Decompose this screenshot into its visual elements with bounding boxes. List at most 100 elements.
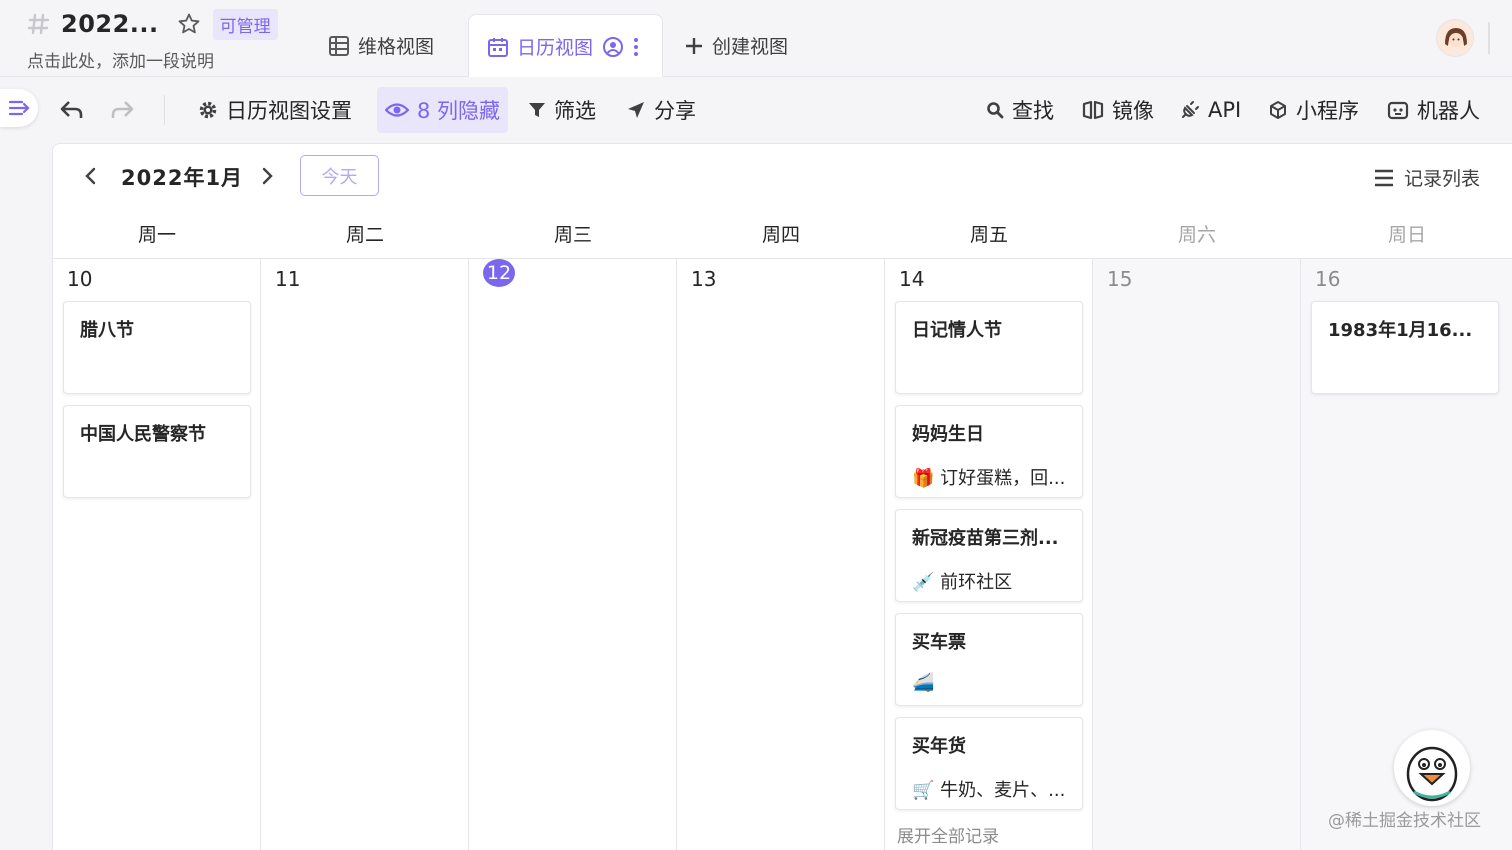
robot-label: 机器人 xyxy=(1417,99,1480,123)
eye-icon xyxy=(385,103,409,117)
tab-calendar-view[interactable]: 日历视图 xyxy=(468,14,663,78)
event-title: 买车票 xyxy=(912,632,966,653)
avatar[interactable] xyxy=(1436,19,1474,57)
star-icon[interactable] xyxy=(177,12,201,36)
chevron-right-icon[interactable] xyxy=(259,166,275,186)
weekday-header: 周一 周二 周三 周四 周五 周六 周日 xyxy=(53,208,1512,259)
api-label: API xyxy=(1208,98,1242,122)
weekday-wed: 周三 xyxy=(553,224,592,246)
today-date-badge: 12 xyxy=(483,259,515,287)
list-icon xyxy=(1375,169,1393,186)
expand-all-records-link[interactable]: 展开全部记录 xyxy=(897,822,999,847)
month-label: 2022年1月 xyxy=(121,166,244,190)
search-icon xyxy=(987,102,1004,119)
title-row: 2022... 可管理 xyxy=(27,8,307,40)
date-number: 16 xyxy=(1315,267,1341,291)
plug-icon xyxy=(1182,101,1199,118)
more-vertical-icon[interactable] xyxy=(633,36,639,58)
tab-grid-view[interactable]: 维格视图 xyxy=(328,14,434,77)
date-number: 10 xyxy=(67,267,93,291)
event-title: 买年货 xyxy=(912,736,966,757)
find-label: 查找 xyxy=(1012,99,1054,123)
weekday-fri: 周五 xyxy=(969,224,1008,246)
day-cell-weekend[interactable]: 15 xyxy=(1093,259,1301,850)
toolbar: 日历视图设置 8 列隐藏 筛选 分享 查找 镜像 API 小程序 机器人 xyxy=(0,77,1512,143)
menu-collapse-icon xyxy=(8,100,30,116)
event-note: 🛒 牛奶、麦片、... xyxy=(912,780,1066,801)
event-card[interactable]: 中国人民警察节 xyxy=(63,405,251,498)
date-number: 11 xyxy=(275,267,301,291)
event-card[interactable]: 日记情人节 xyxy=(895,301,1083,394)
user-avatar-icon xyxy=(1437,20,1473,56)
event-card[interactable]: 腊八节 xyxy=(63,301,251,394)
record-list-button[interactable]: 记录列表 xyxy=(1374,164,1480,191)
day-cell[interactable]: 14 日记情人节 妈妈生日 🎁 订好蛋糕，回... 新冠疫苗第三剂... 💉 前… xyxy=(885,259,1093,850)
redo-icon[interactable] xyxy=(110,99,134,121)
event-note: 🚄 xyxy=(912,672,935,693)
weekday-mon: 周一 xyxy=(137,224,176,246)
date-number: 14 xyxy=(899,267,925,291)
calendar-settings-button[interactable]: 日历视图设置 xyxy=(198,87,352,133)
toolbar-divider xyxy=(164,95,165,125)
event-title: 妈妈生日 xyxy=(912,424,984,445)
header: 2022... 可管理 点击此处，添加一段说明 维格视图 日历视图 创建视图 xyxy=(0,0,1512,78)
day-cell-today[interactable]: 12 xyxy=(469,259,677,850)
calendar-icon xyxy=(488,37,508,57)
today-button[interactable]: 今天 xyxy=(300,155,379,196)
robot-icon xyxy=(1387,101,1409,120)
event-title: 中国人民警察节 xyxy=(80,424,206,445)
filter-label: 筛选 xyxy=(554,99,596,123)
weekday-tue: 周二 xyxy=(345,224,384,246)
share-button[interactable]: 分享 xyxy=(626,87,696,133)
sidebar-toggle-button[interactable] xyxy=(0,89,38,127)
robot-button[interactable]: 机器人 xyxy=(1387,87,1480,133)
event-note: 🎁 订好蛋糕，回... xyxy=(912,468,1066,489)
header-divider xyxy=(1488,22,1490,54)
permission-badge: 可管理 xyxy=(212,8,278,40)
event-title: 日记情人节 xyxy=(912,320,1002,341)
title-block: 2022... 可管理 点击此处，添加一段说明 xyxy=(27,8,307,72)
filter-icon xyxy=(529,103,545,117)
day-cell[interactable]: 11 xyxy=(261,259,469,850)
hidden-columns-label: 8 列隐藏 xyxy=(417,99,501,123)
find-button[interactable]: 查找 xyxy=(986,87,1054,133)
tab-calendar-view-label: 日历视图 xyxy=(517,37,594,59)
assistant-mascot-button[interactable] xyxy=(1394,730,1470,806)
calendar-panel: 2022年1月 今天 记录列表 周一 周二 周三 周四 周五 周六 周日 10 xyxy=(52,143,1512,850)
event-card[interactable]: 妈妈生日 🎁 订好蛋糕，回... xyxy=(895,405,1083,498)
share-label: 分享 xyxy=(654,99,696,123)
hidden-columns-button[interactable]: 8 列隐藏 xyxy=(377,87,509,133)
tab-grid-view-label: 维格视图 xyxy=(358,36,435,58)
create-view-button[interactable]: 创建视图 xyxy=(684,14,788,77)
api-button[interactable]: API xyxy=(1180,87,1241,133)
record-list-label: 记录列表 xyxy=(1404,168,1481,190)
event-card[interactable]: 新冠疫苗第三剂... 💉 前环社区 xyxy=(895,509,1083,602)
mirror-icon xyxy=(1082,100,1104,120)
weekday-sat: 周六 xyxy=(1177,224,1216,246)
undo-icon[interactable] xyxy=(60,99,84,121)
plus-icon xyxy=(686,37,702,54)
event-card[interactable]: 买车票 🚄 xyxy=(895,613,1083,706)
collaborate-icon[interactable] xyxy=(601,35,625,59)
day-cell[interactable]: 13 xyxy=(677,259,885,850)
chevron-left-icon[interactable] xyxy=(83,166,99,186)
calendar-settings-label: 日历视图设置 xyxy=(226,99,352,123)
event-card[interactable]: 买年货 🛒 牛奶、麦片、... xyxy=(895,717,1083,810)
event-note: 💉 前环社区 xyxy=(912,572,1013,593)
paper-plane-icon xyxy=(628,102,644,118)
event-title: 新冠疫苗第三剂... xyxy=(912,528,1059,549)
description-placeholder[interactable]: 点击此处，添加一段说明 xyxy=(27,47,307,72)
cube-icon xyxy=(1270,101,1286,119)
day-cell[interactable]: 10 腊八节 中国人民警察节 xyxy=(53,259,261,850)
mascot-icon xyxy=(1406,746,1458,802)
date-number: 13 xyxy=(691,267,717,291)
hash-icon xyxy=(27,13,50,35)
mirror-button[interactable]: 镜像 xyxy=(1082,87,1154,133)
event-title: 1983年1月16... xyxy=(1328,320,1473,341)
datasheet-title[interactable]: 2022... xyxy=(61,10,159,38)
gear-icon xyxy=(199,101,217,119)
date-number: 15 xyxy=(1107,267,1133,291)
mini-program-button[interactable]: 小程序 xyxy=(1268,87,1359,133)
filter-button[interactable]: 筛选 xyxy=(528,87,596,133)
event-card[interactable]: 1983年1月16... xyxy=(1311,301,1499,394)
